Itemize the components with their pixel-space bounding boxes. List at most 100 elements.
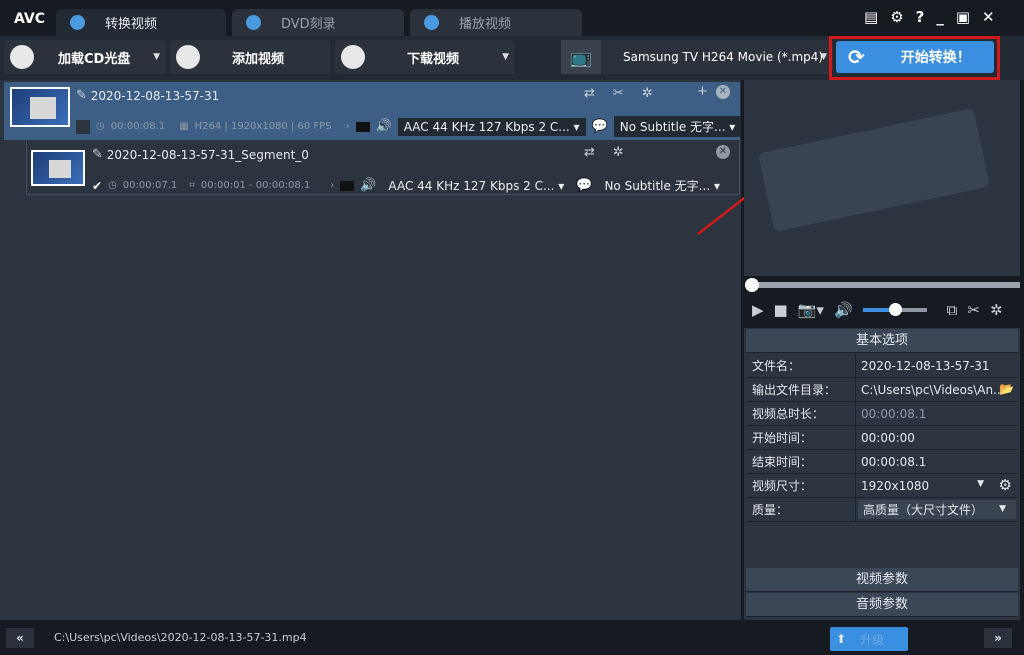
tab-dvd-burn[interactable]: DVD刻录 bbox=[232, 9, 404, 36]
option-label: 质量： bbox=[746, 498, 856, 521]
seek-bar[interactable] bbox=[750, 282, 1020, 288]
expand-button[interactable]: » bbox=[984, 628, 1012, 648]
help-button[interactable]: ? bbox=[916, 8, 925, 26]
edit-icon[interactable]: ✎ bbox=[92, 147, 103, 162]
scissors-icon[interactable]: ✂ bbox=[967, 301, 980, 319]
close-icon[interactable]: ✕ bbox=[982, 8, 995, 26]
subtitle-icon: 💬 bbox=[592, 119, 608, 134]
magic-wand-icon[interactable]: ✲ bbox=[990, 301, 1003, 319]
speaker-icon: 🔊 bbox=[360, 178, 376, 193]
edit-icon[interactable]: ✎ bbox=[76, 88, 87, 103]
collapse-button[interactable]: « bbox=[6, 628, 34, 648]
checkbox[interactable] bbox=[76, 120, 90, 134]
option-value[interactable]: 2020-12-08-13-57-31 bbox=[856, 354, 1018, 377]
option-value[interactable]: 1920x1080 bbox=[856, 474, 1018, 497]
refresh-icon: ⟳ bbox=[848, 45, 865, 69]
subtitle-icon: 💬 bbox=[576, 178, 592, 193]
basic-options-header[interactable]: 基本选项 bbox=[746, 329, 1018, 353]
chevron-down-icon[interactable]: ▼ bbox=[153, 52, 160, 62]
stop-icon[interactable]: ■ bbox=[774, 301, 788, 319]
option-value: 00:00:00 bbox=[856, 426, 1018, 449]
film-reel-icon bbox=[758, 108, 990, 232]
minimize-icon[interactable]: _ bbox=[936, 8, 944, 26]
speaker-icon: 🔊 bbox=[376, 119, 392, 134]
add-video-button[interactable]: 添加视频 bbox=[170, 40, 330, 74]
option-row: 开始时间：00:00:00 bbox=[746, 426, 1018, 450]
video-info: H264 | 1920x1080 | 60 FPS bbox=[195, 121, 332, 132]
film-add-icon bbox=[176, 45, 200, 69]
gear-icon[interactable]: ⚙ bbox=[890, 8, 903, 26]
file-name[interactable]: 2020-12-08-13-57-31_Segment_0 bbox=[107, 148, 309, 162]
sync-icon[interactable]: ⇄ bbox=[584, 145, 595, 160]
upgrade-button[interactable]: ⬆升级 bbox=[830, 627, 908, 651]
option-label: 输出文件目录： bbox=[746, 378, 856, 401]
chevron-right-icon: › bbox=[330, 180, 334, 191]
load-cd-button[interactable]: 加载CD光盘▼ bbox=[4, 40, 166, 74]
magic-wand-icon[interactable]: ✲ bbox=[613, 145, 624, 160]
crop-icon: ⌗ bbox=[189, 180, 195, 191]
audio-params-header[interactable]: 音频参数 bbox=[746, 593, 1018, 617]
start-convert-button[interactable]: ⟳ 开始转换！ bbox=[836, 41, 994, 73]
seek-handle[interactable] bbox=[745, 278, 759, 292]
option-row: 输出文件目录：C:\Users\pc\Videos\An...📂 bbox=[746, 378, 1018, 402]
tab-label: 播放视频 bbox=[459, 13, 511, 32]
tab-label: 转换视频 bbox=[105, 13, 157, 32]
maximize-icon[interactable]: ▣ bbox=[956, 8, 970, 26]
chevron-down-icon[interactable]: ▼ bbox=[977, 479, 984, 489]
trim-range: 00:00:01 - 00:00:08.1 bbox=[201, 180, 310, 191]
sync-icon[interactable]: ⇄ bbox=[584, 86, 595, 101]
disc-icon bbox=[246, 15, 261, 30]
option-row: 质量：高质量（大尺寸文件）▼ bbox=[746, 498, 1018, 522]
duration: 00:00:08.1 bbox=[111, 121, 165, 132]
film-icon: ▦ bbox=[179, 121, 188, 132]
option-row: 视频总时长：00:00:08.1 bbox=[746, 402, 1018, 426]
log-icon[interactable]: ▤ bbox=[864, 8, 878, 26]
duration: 00:00:07.1 bbox=[123, 180, 177, 191]
video-track-icon bbox=[340, 181, 354, 191]
volume-icon[interactable]: 🔊 bbox=[834, 301, 853, 319]
option-label: 开始时间： bbox=[746, 426, 856, 449]
option-label: 结束时间： bbox=[746, 450, 856, 473]
video-track-icon bbox=[356, 122, 370, 132]
add-video-label: 添加视频 bbox=[232, 48, 284, 67]
upgrade-label: 升级 bbox=[860, 631, 884, 648]
snapshot-icon[interactable]: 📷▾ bbox=[798, 301, 824, 319]
chevron-down-icon: ▼ bbox=[820, 52, 827, 62]
magic-wand-icon[interactable]: ✲ bbox=[642, 86, 653, 101]
checkbox-checked[interactable]: ✔ bbox=[92, 179, 102, 193]
gear-icon[interactable]: ⚙ bbox=[999, 476, 1012, 494]
option-value[interactable]: 高质量（大尺寸文件） bbox=[858, 500, 1016, 519]
option-label: 文件名： bbox=[746, 354, 856, 377]
clock-icon: ◷ bbox=[96, 121, 105, 132]
option-row: 结束时间：00:00:08.1 bbox=[746, 450, 1018, 474]
profile-label: Samsung TV H264 Movie (*.mp4) bbox=[623, 50, 823, 64]
chevron-right-icon: › bbox=[346, 121, 350, 132]
tab-convert-video[interactable]: 转换视频 bbox=[56, 9, 226, 36]
copy-icon[interactable]: ⧉ bbox=[947, 301, 958, 319]
cd-icon bbox=[10, 45, 34, 69]
tab-play-video[interactable]: 播放视频 bbox=[410, 9, 582, 36]
profile-select[interactable]: 📺 Samsung TV H264 Movie (*.mp4)▼ bbox=[561, 40, 833, 74]
video-thumbnail bbox=[10, 87, 70, 127]
play-icon[interactable]: ▶ bbox=[752, 301, 764, 319]
video-params-header[interactable]: 视频参数 bbox=[746, 568, 1018, 592]
tv-icon: 📺 bbox=[561, 40, 601, 74]
video-preview bbox=[744, 80, 1020, 276]
globe-download-icon bbox=[341, 45, 365, 69]
volume-slider[interactable] bbox=[863, 308, 927, 312]
scissors-icon[interactable]: ✂ bbox=[613, 86, 624, 101]
clock-icon: ◷ bbox=[108, 180, 117, 191]
start-label: 开始转换！ bbox=[901, 47, 971, 67]
audio-track-select[interactable]: AAC 44 KHz 127 Kbps 2 C... ▾ bbox=[398, 118, 586, 136]
option-value: C:\Users\pc\Videos\An... bbox=[856, 378, 1018, 401]
audio-track-select[interactable]: AAC 44 KHz 127 Kbps 2 C... ▾ bbox=[382, 177, 570, 195]
folder-icon[interactable]: 📂 bbox=[999, 382, 1014, 396]
chevron-down-icon[interactable]: ▼ bbox=[999, 504, 1006, 514]
option-label: 视频总时长： bbox=[746, 402, 856, 425]
file-name[interactable]: 2020-12-08-13-57-31 bbox=[91, 89, 220, 103]
chevron-down-icon[interactable]: ▼ bbox=[502, 52, 509, 62]
option-value: 00:00:08.1 bbox=[856, 450, 1018, 473]
tab-label: DVD刻录 bbox=[281, 13, 336, 32]
option-label: 视频尺寸： bbox=[746, 474, 856, 497]
download-video-button[interactable]: 下载视频▼ bbox=[335, 40, 515, 74]
